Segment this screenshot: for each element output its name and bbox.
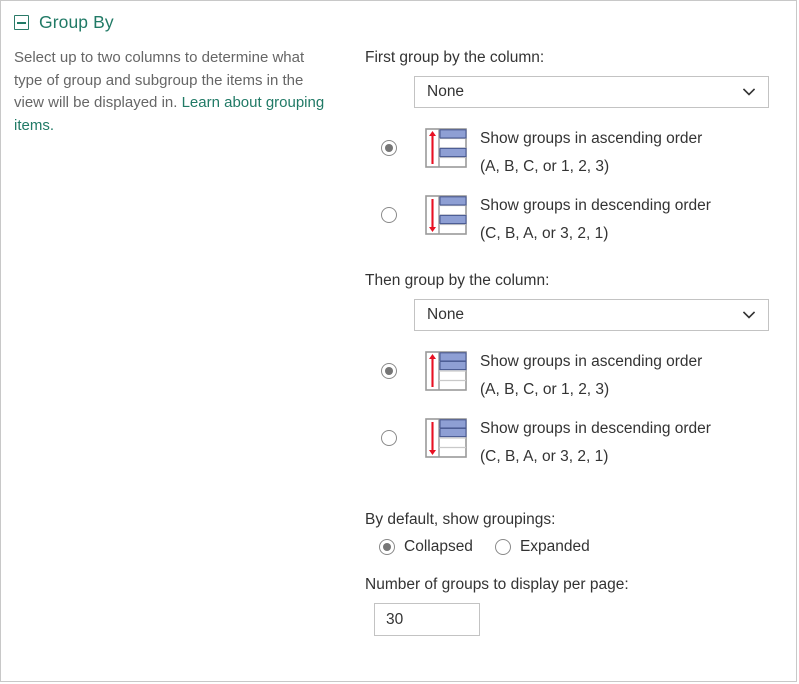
section-description: Select up to two columns to determine wh… (14, 47, 336, 137)
collapse-minus-icon[interactable] (14, 14, 29, 30)
first-group-descending-option[interactable]: Show groups in descending order (C, B, A… (365, 189, 785, 248)
sort-ascending-icon (424, 349, 468, 393)
second-group-column-select-value[interactable]: None (414, 299, 769, 331)
second-group-descending-radio[interactable] (381, 430, 397, 446)
groups-per-page-label: Number of groups to display per page: (365, 576, 629, 593)
sort-ascending-icon (424, 126, 468, 170)
first-group-descending-line1: Show groups in descending order (480, 197, 711, 214)
default-display-label: By default, show groupings: (365, 511, 556, 528)
first-group-descending-label[interactable]: Show groups in descending order (C, B, A… (480, 189, 711, 248)
first-group-ascending-line2: (A, B, C, or 1, 2, 3) (480, 158, 610, 175)
first-group-ascending-label[interactable]: Show groups in ascending order (A, B, C,… (480, 122, 702, 181)
first-group-sort-order-list: Show groups in ascending order (A, B, C,… (365, 122, 785, 248)
expanded-label[interactable]: Expanded (520, 538, 590, 556)
second-group-descending-line2: (C, B, A, or 3, 2, 1) (480, 448, 609, 465)
second-group-column-select[interactable]: None (414, 299, 769, 331)
second-group-ascending-line2: (A, B, C, or 1, 2, 3) (480, 381, 610, 398)
default-display-options: Collapsed Expanded (365, 538, 785, 556)
first-group-ascending-line1: Show groups in ascending order (480, 130, 703, 147)
first-group-descending-line2: (C, B, A, or 3, 2, 1) (480, 225, 609, 242)
page-title: Group By (39, 12, 114, 32)
collapsed-label[interactable]: Collapsed (404, 538, 473, 556)
first-group-column-select[interactable]: None (414, 76, 769, 108)
first-group-column-select-value[interactable]: None (414, 76, 769, 108)
first-group-ascending-option[interactable]: Show groups in ascending order (A, B, C,… (365, 122, 785, 181)
sort-descending-icon (424, 193, 468, 237)
second-group-ascending-option[interactable]: Show groups in ascending order (A, B, C,… (365, 345, 785, 404)
second-group-ascending-line1: Show groups in ascending order (480, 353, 703, 370)
first-group-descending-radio[interactable] (381, 207, 397, 223)
first-group-label: First group by the column: (365, 49, 545, 66)
second-group-section: Then group by the column: None Show grou… (365, 270, 785, 471)
second-group-descending-option[interactable]: Show groups in descending order (C, B, A… (365, 412, 785, 471)
second-group-ascending-label[interactable]: Show groups in ascending order (A, B, C,… (480, 345, 702, 404)
section-header: Group By (14, 9, 344, 35)
first-group-ascending-radio[interactable] (381, 140, 397, 156)
second-group-label: Then group by the column: (365, 272, 550, 289)
panel-left-column: Group By Select up to two columns to det… (14, 9, 344, 137)
first-group-section: First group by the column: None Show gro… (365, 47, 785, 248)
expanded-radio[interactable] (494, 539, 511, 555)
group-by-settings-panel: Group By Select up to two columns to det… (0, 0, 797, 682)
second-group-descending-line1: Show groups in descending order (480, 420, 711, 437)
second-group-descending-label[interactable]: Show groups in descending order (C, B, A… (480, 412, 711, 471)
groups-per-page-input[interactable]: 30 (374, 603, 480, 636)
default-display-section: By default, show groupings: Collapsed Ex… (365, 509, 785, 636)
second-group-sort-order-list: Show groups in ascending order (A, B, C,… (365, 345, 785, 471)
panel-right-column: First group by the column: None Show gro… (365, 47, 785, 636)
second-group-ascending-radio[interactable] (381, 363, 397, 379)
collapsed-radio[interactable] (379, 539, 395, 555)
sort-descending-icon (424, 416, 468, 460)
